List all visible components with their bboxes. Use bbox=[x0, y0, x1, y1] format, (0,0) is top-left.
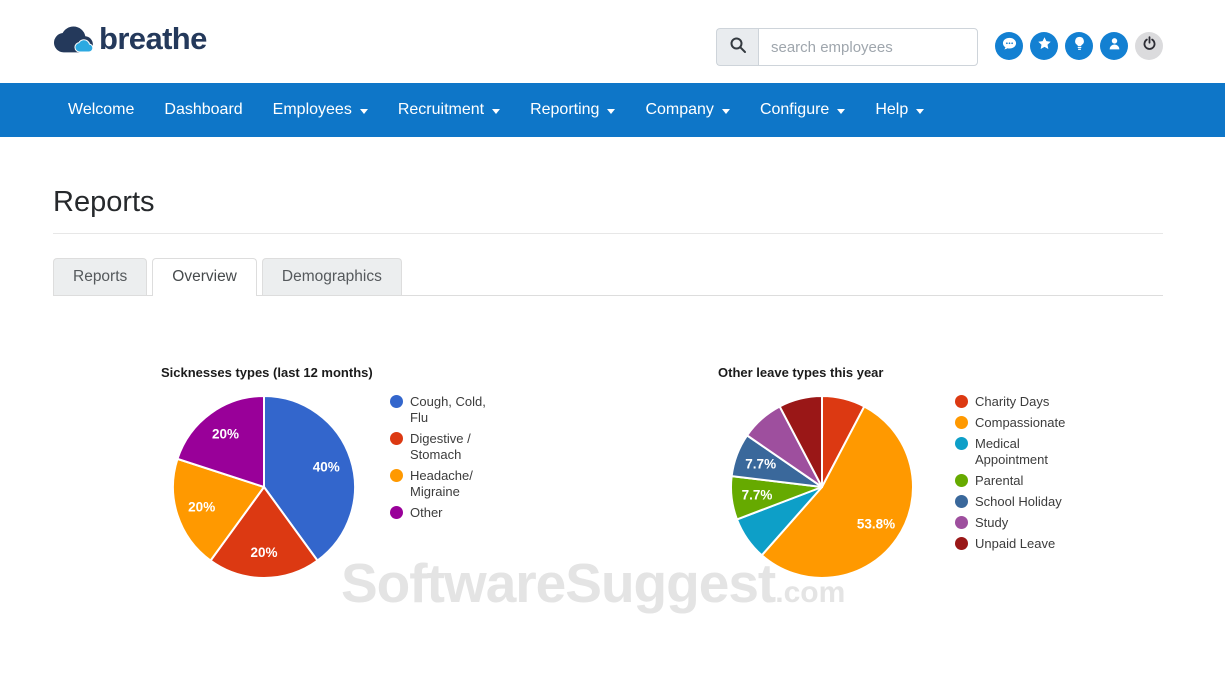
search-input[interactable] bbox=[758, 28, 978, 66]
chevron-down-icon bbox=[916, 108, 925, 114]
legend-item: Digestive / Stomach bbox=[390, 431, 505, 463]
chevron-down-icon bbox=[492, 108, 501, 114]
nav-item-label: Recruitment bbox=[397, 101, 485, 118]
nav-item-label: Configure bbox=[759, 101, 830, 118]
legend-label: School Holiday bbox=[975, 494, 1062, 509]
nav-item-label: Welcome bbox=[68, 101, 135, 118]
nav-item-help[interactable]: Help bbox=[860, 101, 939, 119]
slice-percentage-label: 40% bbox=[313, 459, 340, 474]
chart-legend: Charity Days Compassionate Medical Appoint… bbox=[955, 394, 1070, 552]
logo-wordmark: breathe bbox=[99, 21, 207, 56]
legend-color-dot bbox=[955, 395, 968, 408]
power-icon bbox=[1142, 36, 1157, 56]
slice-percentage-label: 20% bbox=[188, 500, 215, 515]
lightbulb-icon-button[interactable] bbox=[1065, 32, 1093, 60]
chart-title: Sicknesses types (last 12 months) bbox=[161, 365, 373, 380]
lightbulb-icon bbox=[1072, 36, 1087, 56]
legend-item: Other bbox=[390, 505, 505, 521]
chevron-down-icon bbox=[721, 108, 730, 114]
nav-item-label: Employees bbox=[272, 101, 352, 118]
chevron-down-icon bbox=[607, 108, 616, 114]
tab-overview[interactable]: Overview bbox=[152, 258, 257, 296]
nav-item-label: Dashboard bbox=[164, 101, 243, 118]
nav-item-label: Reporting bbox=[530, 101, 600, 118]
star-icon bbox=[1037, 36, 1052, 56]
tab-demographics[interactable]: Demographics bbox=[261, 258, 402, 295]
sickness-types-chart: Sicknesses types (last 12 months) 40% 20% 2… bbox=[140, 363, 620, 603]
legend-item: Parental bbox=[955, 473, 1070, 489]
legend-label: Unpaid Leave bbox=[975, 536, 1056, 551]
nav-item-welcome[interactable]: Welcome bbox=[53, 101, 149, 119]
legend-color-dot bbox=[955, 537, 968, 550]
other-leave-types-chart: Other leave types this year 53.8% 7.7% 7.7%… bbox=[690, 363, 1170, 603]
legend-label: Parental bbox=[975, 473, 1024, 488]
legend-color-dot bbox=[955, 474, 968, 487]
tab-bar: Reports Overview Demographics bbox=[53, 258, 1163, 296]
nav-item-reporting[interactable]: Reporting bbox=[515, 101, 630, 119]
slice-percentage-label: 53.8% bbox=[857, 517, 895, 532]
legend-label: Digestive / Stomach bbox=[410, 431, 471, 462]
user-icon bbox=[1107, 36, 1122, 56]
nav-item-configure[interactable]: Configure bbox=[745, 101, 860, 119]
search-icon bbox=[729, 36, 747, 59]
nav-item-company[interactable]: Company bbox=[630, 101, 744, 119]
nav-item-dashboard[interactable]: Dashboard bbox=[149, 101, 257, 119]
slice-percentage-label: 20% bbox=[250, 545, 277, 560]
tab-reports[interactable]: Reports bbox=[53, 258, 148, 295]
legend-item: Unpaid Leave bbox=[955, 536, 1070, 552]
legend-label: Other bbox=[410, 505, 443, 520]
header: breathe bbox=[0, 0, 1225, 83]
nav-item-label: Help bbox=[875, 101, 909, 118]
legend-label: Compassionate bbox=[975, 415, 1066, 430]
legend-color-dot bbox=[955, 437, 968, 450]
breathe-logo[interactable]: breathe bbox=[54, 20, 207, 61]
chat-icon bbox=[1002, 36, 1017, 56]
legend-item: Charity Days bbox=[955, 394, 1070, 410]
legend-label: Charity Days bbox=[975, 394, 1050, 409]
chart-title: Other leave types this year bbox=[718, 365, 884, 380]
app-window: SoftwareSuggest .com breathe WelcomeDash bbox=[0, 0, 1225, 690]
chevron-down-icon bbox=[359, 108, 368, 114]
legend-color-dot bbox=[955, 495, 968, 508]
nav-item-label: Company bbox=[645, 101, 714, 118]
legend-item: Medical Appointment bbox=[955, 436, 1070, 468]
legend-color-dot bbox=[390, 469, 403, 482]
legend-label: Headache/ Migraine bbox=[410, 468, 473, 499]
chevron-down-icon bbox=[837, 108, 846, 114]
legend-item: Headache/ Migraine bbox=[390, 468, 505, 500]
search-bar bbox=[716, 28, 978, 66]
page-title: Reports bbox=[53, 185, 1163, 234]
legend-color-dot bbox=[390, 506, 403, 519]
legend-item: Cough, Cold, Flu bbox=[390, 394, 505, 426]
legend-item: Compassionate bbox=[955, 415, 1070, 431]
legend-color-dot bbox=[955, 416, 968, 429]
legend-item: Study bbox=[955, 515, 1070, 531]
slice-percentage-label: 7.7% bbox=[745, 456, 776, 471]
nav-item-employees[interactable]: Employees bbox=[258, 101, 383, 119]
power-icon-button[interactable] bbox=[1135, 32, 1163, 60]
pie-chart: 40% 20% 20% 20% bbox=[172, 395, 356, 579]
nav-item-recruitment[interactable]: Recruitment bbox=[383, 101, 515, 119]
chat-icon-button[interactable] bbox=[995, 32, 1023, 60]
user-icon-button[interactable] bbox=[1100, 32, 1128, 60]
header-icon-buttons bbox=[995, 32, 1163, 60]
legend-color-dot bbox=[390, 432, 403, 445]
legend-color-dot bbox=[390, 395, 403, 408]
legend-label: Cough, Cold, Flu bbox=[410, 394, 486, 425]
legend-color-dot bbox=[955, 516, 968, 529]
legend-item: School Holiday bbox=[955, 494, 1070, 510]
star-icon-button[interactable] bbox=[1030, 32, 1058, 60]
legend-label: Study bbox=[975, 515, 1009, 530]
search-button[interactable] bbox=[716, 28, 758, 66]
chart-legend: Cough, Cold, Flu Digestive / Stomach Heada… bbox=[390, 394, 505, 521]
slice-percentage-label: 7.7% bbox=[742, 488, 773, 503]
cloud-logo-icon bbox=[54, 20, 96, 61]
pie-chart: 53.8% 7.7% 7.7% bbox=[730, 395, 914, 579]
slice-percentage-label: 20% bbox=[212, 427, 239, 442]
legend-label: Medical Appointment bbox=[975, 436, 1048, 467]
main-navigation: Welcome Dashboard Employees Recruitment Repo… bbox=[0, 83, 1225, 137]
